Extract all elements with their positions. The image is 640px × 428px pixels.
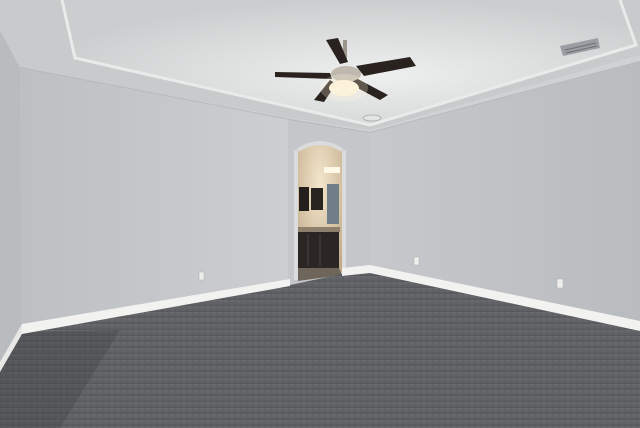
vanity-cabinet — [298, 232, 339, 268]
wall-outlet — [198, 271, 205, 281]
smoke-detector — [362, 114, 382, 122]
wall-outlet — [413, 256, 420, 266]
mirror — [327, 184, 339, 224]
mirror — [311, 188, 323, 210]
room-photo — [0, 0, 640, 428]
mirror — [299, 187, 309, 211]
vanity-countertop — [298, 227, 340, 232]
vanity-light — [324, 167, 340, 173]
left-side-wall — [0, 30, 22, 372]
bathroom-doorway — [294, 141, 346, 281]
wall-outlet — [556, 278, 564, 289]
